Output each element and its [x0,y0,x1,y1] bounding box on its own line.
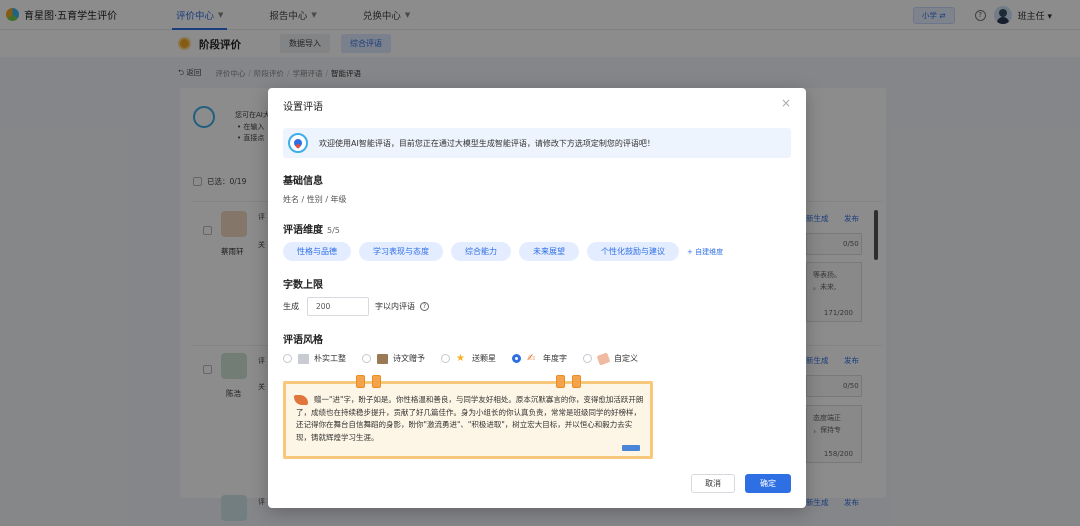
dimension-tag[interactable]: 未来展望 [519,242,579,261]
style-label: 朴实工整 [314,354,346,363]
close-icon[interactable]: × [781,96,791,110]
radio-button[interactable] [583,354,592,363]
style-options: 朴实工整 诗文赠予 ★ 送颗星 ✍ 年度字 自定义 [283,351,654,366]
radio-button[interactable] [283,354,292,363]
tab-decoration [372,375,381,388]
section-title-limit: 字数上限 [283,280,323,291]
style-preview-card: 赠一"进"字，盼子如是。你性格温和善良，与同学友好相处。原本沉默寡言的你，变得愈… [283,375,653,459]
star-icon: ★ [456,352,465,364]
dimension-count: 5/5 [327,226,340,235]
radio-button[interactable] [441,354,450,363]
radio-button-selected[interactable] [512,354,521,363]
scroll-icon [377,353,388,364]
radio-button[interactable] [362,354,371,363]
style-label: 自定义 [614,354,638,363]
style-option-custom[interactable]: 自定义 [583,351,638,366]
limit-suffix: 字以内评语 [375,302,415,311]
tab-decoration [356,375,365,388]
book-icon [622,445,640,451]
style-label: 诗文赠予 [393,354,425,363]
dimension-tag[interactable]: 个性化鼓励与建议 [587,242,679,261]
style-option-plain[interactable]: 朴实工整 [283,353,346,364]
add-dimension-link[interactable]: + 自建维度 [687,247,723,257]
confirm-button[interactable]: 确定 [745,474,791,493]
dim-title-label: 评语维度 [283,225,323,236]
basic-fields: 姓名 / 性别 / 年级 [283,195,347,204]
welcome-banner: 欢迎使用AI智能评语，目前您正在通过大模型生成智能评语，请修改下方选项定制您的评… [283,128,791,158]
brush-icon: ✍ [527,352,536,364]
word-limit-input[interactable]: 200 [307,297,369,316]
banner-text: 欢迎使用AI智能评语，目前您正在通过大模型生成智能评语，请修改下方选项定制您的评… [319,138,655,148]
dimension-tag[interactable]: 性格与品德 [283,242,351,261]
cancel-button[interactable]: 取消 [691,474,735,493]
style-option-star[interactable]: ★ 送颗星 [441,353,496,364]
dimension-list: 性格与品德 学习表现与态度 综合能力 未来展望 个性化鼓励与建议 + 自建维度 [283,242,723,261]
tab-decoration [556,375,565,388]
style-option-annual-word[interactable]: ✍ 年度字 [512,353,567,364]
tag-icon [596,351,611,366]
limit-prefix: 生成 [283,302,299,311]
word-limit-row: 生成 200 字以内评语 ? [283,297,429,316]
style-label: 年度字 [543,354,567,363]
dimension-tag[interactable]: 综合能力 [451,242,511,261]
plain-doc-icon [298,353,309,364]
style-label: 送颗星 [472,354,496,363]
tab-decoration [572,375,581,388]
style-option-poem[interactable]: 诗文赠予 [362,353,425,364]
help-icon[interactable]: ? [420,302,429,311]
ai-assistant-icon [288,133,308,153]
comment-settings-dialog: 设置评语 × 欢迎使用AI智能评语，目前您正在通过大模型生成智能评语，请修改下方… [268,88,806,508]
preview-text: 赠一"进"字，盼子如是。你性格温和善良，与同学友好相处。原本沉默寡言的你，变得愈… [296,395,644,442]
section-title-basic: 基础信息 [283,176,323,187]
section-title-style: 评语风格 [283,335,323,346]
section-title-dimensions: 评语维度 5/5 [283,221,340,236]
dimension-tag[interactable]: 学习表现与态度 [359,242,443,261]
dialog-title: 设置评语 [283,102,323,113]
